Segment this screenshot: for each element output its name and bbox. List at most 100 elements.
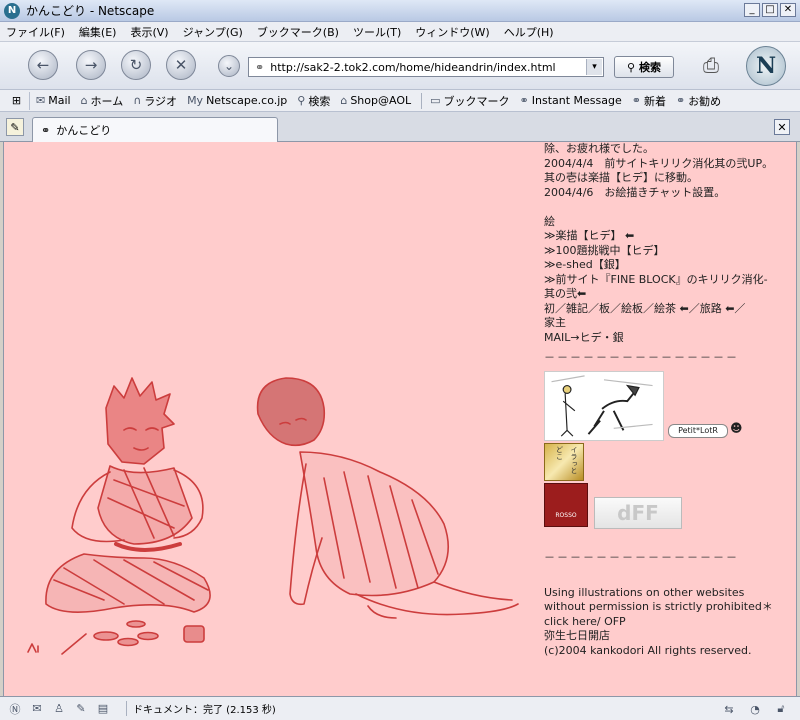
toolbar-item-shop[interactable]: ⌂ Shop@AOL: [340, 94, 411, 107]
composer-icon[interactable]: ✎: [72, 700, 90, 718]
ofp-link[interactable]: click here/ OFP: [544, 615, 794, 630]
link-fine-block[interactable]: ≫前サイト『FINE BLOCK』のキリリク消化-: [544, 273, 794, 288]
news-line: 其の壱は楽描【ヒデ】に移動。: [544, 171, 698, 184]
link-banner-illustration[interactable]: [544, 371, 664, 441]
toolbar-item-home[interactable]: ⌂ ホーム: [81, 93, 124, 109]
toolbar-item-netscape[interactable]: My Netscape.co.jp: [187, 94, 287, 107]
copyright-notice: Using illustrations on other websites: [544, 585, 745, 599]
mail-icon: ✉: [36, 94, 46, 107]
divider: －－－－－－－－－－－－－－－: [544, 351, 739, 364]
toolbar-item-label: Shop@AOL: [350, 94, 412, 107]
printer-icon: ⎙: [703, 53, 719, 77]
link-100dai[interactable]: ≫100題挑戦中【ヒデ】: [544, 244, 794, 259]
toolbar-item-label: 検索: [308, 94, 331, 108]
menu-tools[interactable]: ツール(T): [353, 24, 401, 40]
search-button-label: 検索: [639, 61, 662, 74]
netscape-logo[interactable]: N: [746, 46, 786, 86]
title-bar: N かんこどり - Netscape _ □ ✕: [0, 0, 800, 22]
connection-icon: ⇆: [724, 702, 734, 716]
url-field[interactable]: ⚭ http://sak2-2.tok2.com/home/hideandrin…: [248, 57, 604, 77]
toolbar-separator: [421, 92, 423, 109]
face-icon: ☻: [730, 421, 743, 435]
search-icon: ⚲: [297, 94, 306, 107]
minimize-button[interactable]: _: [744, 3, 760, 17]
stop-button[interactable]: ✕: [166, 50, 196, 80]
menu-help[interactable]: ヘルプ(H): [504, 24, 554, 40]
forward-arrow-icon: →: [84, 56, 98, 74]
security-lock-icon: 🔓︎: [777, 702, 785, 715]
status-text: ドキュメント：完了 (2.153 秒): [126, 701, 276, 716]
toolbar-item-search[interactable]: ⚲ 検索: [297, 93, 330, 109]
link-fine-block-2[interactable]: 其の弐⬅: [544, 287, 794, 302]
url-text: http://sak2-2.tok2.com/home/hideandrin/i…: [270, 60, 556, 74]
url-dropdown-button[interactable]: ▾: [586, 59, 602, 75]
toolbar-item-bookmarks[interactable]: ▭ ブックマーク: [430, 93, 509, 109]
opening-date: 弥生七日開店: [544, 629, 610, 642]
netscape-status-icon[interactable]: Ⓝ: [6, 700, 24, 718]
toolbar-item-label: Mail: [48, 94, 71, 107]
copyright-line: (c)2004 kankodori All rights reserved.: [544, 643, 752, 657]
magnifier-icon: ⚲: [626, 60, 636, 74]
tab-kankodori[interactable]: ⚭ かんこどり: [32, 117, 278, 142]
sidebar-icon: ⊞: [11, 94, 22, 107]
status-bar: Ⓝ ✉ ♙ ✎ ▤ ドキュメント：完了 (2.153 秒) ⇆ ◔ 🔓︎: [0, 696, 800, 720]
tab-label: かんこどり: [56, 124, 112, 137]
mail-icon[interactable]: ✉: [28, 700, 46, 718]
nav-links-line[interactable]: 初／雑記／板／絵板／絵茶 ⬅／旅路 ⬅／: [544, 302, 794, 317]
owner-link[interactable]: 家主: [544, 316, 794, 331]
toolbar-item-label: お勧め: [688, 94, 722, 108]
chevron-down-icon: ⌄: [223, 59, 235, 73]
chevron-down-icon: ▾: [592, 62, 597, 72]
link-banner-dff[interactable]: dFF: [594, 497, 682, 529]
forward-button[interactable]: →: [76, 50, 106, 80]
section-title: 絵: [544, 214, 555, 228]
print-button[interactable]: ⎙: [696, 52, 726, 78]
toolbar-item-instant-message[interactable]: ⚭ Instant Message: [520, 94, 622, 107]
link-banner-petit-lotr[interactable]: Petit*LotR: [668, 424, 728, 438]
toolbar-item-new[interactable]: ⚭ 新着: [632, 93, 666, 109]
news-line: 除、お疲れ様でした。: [544, 142, 654, 155]
close-tab-button[interactable]: ✕: [774, 119, 790, 135]
page-proxy-icon: ⚭: [255, 60, 265, 74]
toolbar-item-label: ホーム: [90, 94, 124, 108]
search-button[interactable]: ⚲ 検索: [614, 56, 674, 78]
new-tab-button[interactable]: ✎: [6, 118, 24, 136]
link-rakugaki[interactable]: ≫楽描【ヒデ】 ⬅: [544, 229, 794, 244]
tab-bar: ✎ ⚭ かんこどり ✕: [0, 112, 800, 142]
menu-go[interactable]: ジャンプ(G): [183, 24, 243, 40]
maximize-button[interactable]: □: [762, 3, 778, 17]
link-banner-ira[interactable]: イラっとどこ: [544, 443, 584, 481]
toolbar-item-mail[interactable]: ✉ Mail: [36, 94, 71, 107]
menu-window[interactable]: ウィンドウ(W): [415, 24, 489, 40]
window-title: かんこどり - Netscape: [26, 4, 155, 18]
cookie-icon: ◔: [750, 702, 760, 716]
reload-button[interactable]: ↻: [121, 50, 151, 80]
mail-link[interactable]: MAIL→ヒデ・銀: [544, 331, 794, 346]
copyright-notice: without permission is strictly prohibite…: [544, 600, 773, 613]
navigation-toolbar: ← → ↻ ✕ ⌄ ⚭ http://sak2-2.tok2.com/home/…: [0, 42, 800, 90]
link-banner-rosso[interactable]: ROSSO: [544, 483, 588, 527]
news-line: 2004/4/6 お絵描きチャット設置。: [544, 185, 726, 199]
toolbar-item-recommend[interactable]: ⚭ お勧め: [676, 93, 721, 109]
page-content: 除、お疲れ様でした。 2004/4/4 前サイトキリリク消化其の弐UP。 其の壱…: [3, 142, 797, 696]
aim-icon[interactable]: ♙: [50, 700, 68, 718]
link-eshed[interactable]: ≫e-shed【銀】: [544, 258, 794, 273]
link-icon: ⚭: [631, 94, 641, 107]
menu-bookmarks[interactable]: ブックマーク(B): [257, 24, 339, 40]
history-dropdown-button[interactable]: ⌄: [218, 55, 240, 77]
home-panel-toggle[interactable]: ⊞: [4, 91, 30, 110]
new-tab-icon: ✎: [10, 120, 20, 134]
link-icon: ⚭: [519, 94, 529, 107]
reload-icon: ↻: [129, 56, 143, 74]
menu-edit[interactable]: 編集(E): [79, 24, 117, 40]
toolbar-item-radio[interactable]: ∩ ラジオ: [133, 93, 177, 109]
address-book-icon[interactable]: ▤: [94, 700, 112, 718]
home-icon: ⌂: [80, 94, 88, 107]
main-illustration: [27, 377, 519, 655]
back-arrow-icon: ←: [36, 56, 50, 74]
close-button[interactable]: ✕: [780, 3, 796, 17]
menu-view[interactable]: 表示(V): [130, 24, 168, 40]
radio-icon: ∩: [133, 94, 142, 107]
menu-file[interactable]: ファイル(F): [6, 24, 65, 40]
back-button[interactable]: ←: [28, 50, 58, 80]
